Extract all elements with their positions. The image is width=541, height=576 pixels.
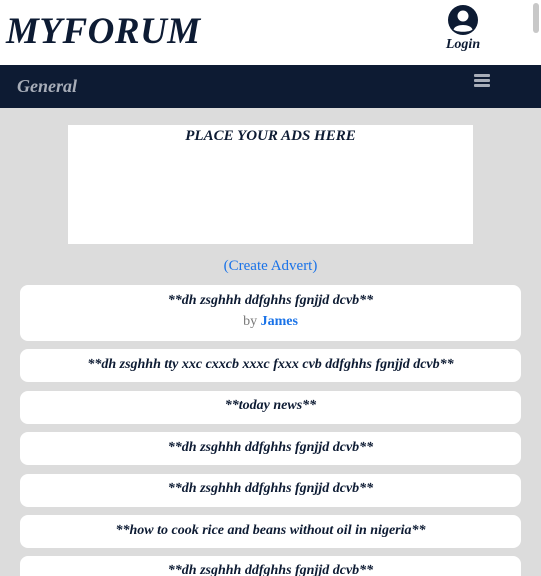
post-item[interactable]: **dh zsghhh ddfghhs fgnjjd dcvb**: [20, 432, 521, 465]
post-item[interactable]: **dh zsghhh tty xxc cxxcb xxxc fxxx cvb …: [20, 349, 521, 382]
post-byline: by James: [20, 314, 521, 330]
ad-placeholder-text: PLACE YOUR ADS HERE: [185, 128, 356, 144]
post-author-link[interactable]: James: [261, 314, 298, 329]
site-logo[interactable]: MYFORUM: [6, 10, 201, 53]
post-title[interactable]: **dh zsghhh ddfghhs fgnjjd dcvb**: [20, 432, 521, 456]
post-title[interactable]: **dh zsghhh tty xxc cxxcb xxxc fxxx cvb …: [20, 349, 521, 373]
post-item[interactable]: **dh zsghhh ddfghhs fgnjjd dcvb**: [20, 556, 521, 576]
category-navbar: General: [0, 65, 541, 108]
login-button[interactable]: Login: [441, 4, 485, 53]
user-circle-icon: [448, 5, 478, 35]
by-label: by: [243, 314, 258, 329]
category-title: General: [17, 76, 77, 96]
top-header: MYFORUM Login: [0, 0, 541, 65]
ad-banner: PLACE YOUR ADS HERE: [68, 125, 473, 244]
post-title[interactable]: **dh zsghhh ddfghhs fgnjjd dcvb**: [20, 556, 521, 576]
create-advert-link[interactable]: (Create Advert): [0, 258, 541, 275]
post-item[interactable]: **dh zsghhh ddfghhs fgnjjd dcvb**: [20, 474, 521, 507]
post-title[interactable]: **dh zsghhh ddfghhs fgnjjd dcvb**: [20, 285, 521, 309]
post-item[interactable]: **how to cook rice and beans without oil…: [20, 515, 521, 548]
post-title[interactable]: **today news**: [20, 391, 521, 414]
login-label: Login: [445, 37, 481, 52]
hamburger-menu-icon[interactable]: [474, 74, 490, 88]
post-title[interactable]: **dh zsghhh ddfghhs fgnjjd dcvb**: [20, 474, 521, 497]
post-item[interactable]: **dh zsghhh ddfghhs fgnjjd dcvb** by Jam…: [20, 285, 521, 341]
scrollbar-thumb[interactable]: [533, 3, 539, 33]
post-title[interactable]: **how to cook rice and beans without oil…: [20, 515, 521, 539]
post-item[interactable]: **today news**: [20, 391, 521, 424]
